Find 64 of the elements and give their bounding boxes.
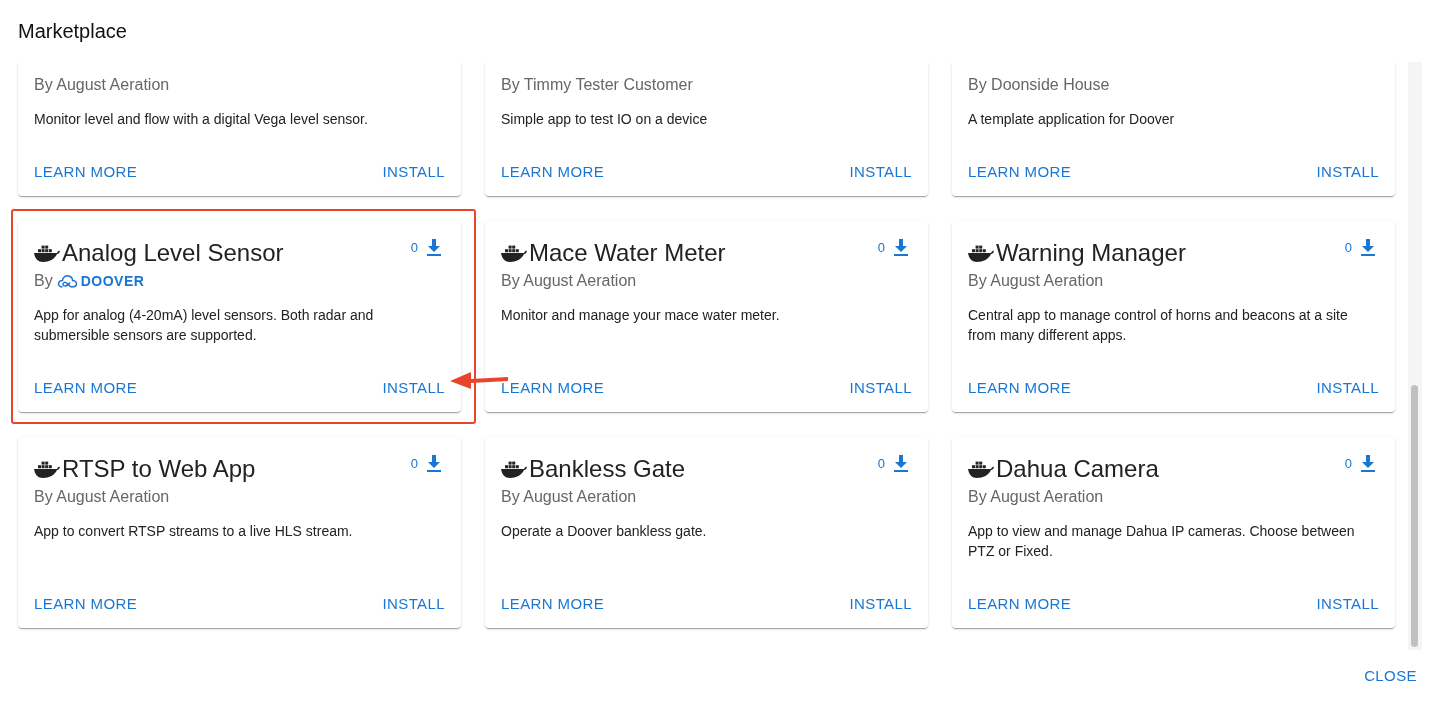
- download-icon[interactable]: [1361, 455, 1375, 472]
- app-title: Bankless Gate: [529, 454, 686, 484]
- whale-icon: [501, 244, 527, 262]
- download-icon[interactable]: [894, 455, 908, 472]
- app-description: A template application for Doover: [968, 110, 1176, 129]
- download-count: 0: [877, 240, 885, 255]
- whale-icon: [501, 460, 527, 478]
- byline: By August Aeration: [968, 488, 1104, 506]
- install-button[interactable]: INSTALL: [841, 585, 920, 621]
- learn-more-button[interactable]: LEARN MORE: [493, 153, 613, 189]
- learn-more-button[interactable]: LEARN MORE: [26, 585, 146, 621]
- learn-more-button[interactable]: LEARN MORE: [960, 153, 1080, 189]
- byline: By August Aeration: [501, 488, 637, 506]
- byline: By August Aeration: [501, 272, 637, 290]
- app-title: Analog Level Sensor: [62, 238, 284, 268]
- whale-icon: [968, 244, 994, 262]
- download-count: 0: [1344, 240, 1352, 255]
- download-icon[interactable]: [894, 239, 908, 256]
- install-button[interactable]: INSTALL: [1308, 585, 1387, 621]
- byline: By Timmy Tester Customer: [501, 76, 693, 94]
- byline: By Doonside House: [968, 76, 1110, 94]
- app-title: RTSP to Web App: [62, 454, 256, 484]
- download-count: 0: [1344, 456, 1352, 471]
- download-icon[interactable]: [427, 239, 441, 256]
- app-description: App to convert RTSP streams to a live HLS stream.: [34, 522, 354, 541]
- app-description: Monitor and manage your mace water meter.: [501, 306, 781, 325]
- whale-icon: [968, 460, 994, 478]
- app-description: Simple app to test IO on a device: [501, 110, 709, 129]
- learn-more-button[interactable]: LEARN MORE: [26, 369, 146, 405]
- install-button[interactable]: INSTALL: [841, 369, 920, 405]
- whale-icon: [34, 244, 60, 262]
- publisher-logo: DOOVER: [56, 273, 145, 289]
- install-button[interactable]: INSTALL: [1308, 153, 1387, 189]
- download-count: 0: [410, 456, 418, 471]
- download-count: 0: [877, 456, 885, 471]
- whale-icon: [34, 460, 60, 478]
- byline: By August Aeration: [34, 488, 170, 506]
- app-description: Central app to manage control of horns and beacons at a site from many different apps.: [968, 306, 1349, 345]
- download-count: 0: [410, 240, 418, 255]
- learn-more-button[interactable]: LEARN MORE: [26, 153, 146, 189]
- byline: By August Aeration: [34, 76, 170, 94]
- app-description: App for analog (4-20mA) level sensors. Both radar and submersible sensors are supported.: [34, 306, 375, 345]
- install-button[interactable]: INSTALL: [1308, 369, 1387, 405]
- app-title: Dahua Camera: [996, 454, 1159, 484]
- close-button[interactable]: CLOSE: [1362, 661, 1419, 690]
- dialog-title: Marketplace: [18, 19, 127, 43]
- install-button[interactable]: INSTALL: [374, 369, 453, 405]
- learn-more-button[interactable]: LEARN MORE: [960, 369, 1080, 405]
- app-description: Monitor level and flow with a digital Vega level sensor.: [34, 110, 369, 129]
- byline-label: By: [34, 272, 53, 290]
- app-title: Warning Manager: [996, 238, 1186, 268]
- byline: By August Aeration: [968, 272, 1104, 290]
- learn-more-button[interactable]: LEARN MORE: [493, 585, 613, 621]
- app-description: Operate a Doover bankless gate.: [501, 522, 708, 541]
- app-description: App to view and manage Dahua IP cameras. Choose between PTZ or Fixed.: [968, 522, 1356, 561]
- install-button[interactable]: INSTALL: [374, 153, 453, 189]
- install-button[interactable]: INSTALL: [374, 585, 453, 621]
- learn-more-button[interactable]: LEARN MORE: [960, 585, 1080, 621]
- scrollbar-thumb[interactable]: [1411, 385, 1418, 647]
- install-button[interactable]: INSTALL: [841, 153, 920, 189]
- download-icon[interactable]: [1361, 239, 1375, 256]
- download-icon[interactable]: [427, 455, 441, 472]
- learn-more-button[interactable]: LEARN MORE: [493, 369, 613, 405]
- app-title: Mace Water Meter: [529, 238, 726, 268]
